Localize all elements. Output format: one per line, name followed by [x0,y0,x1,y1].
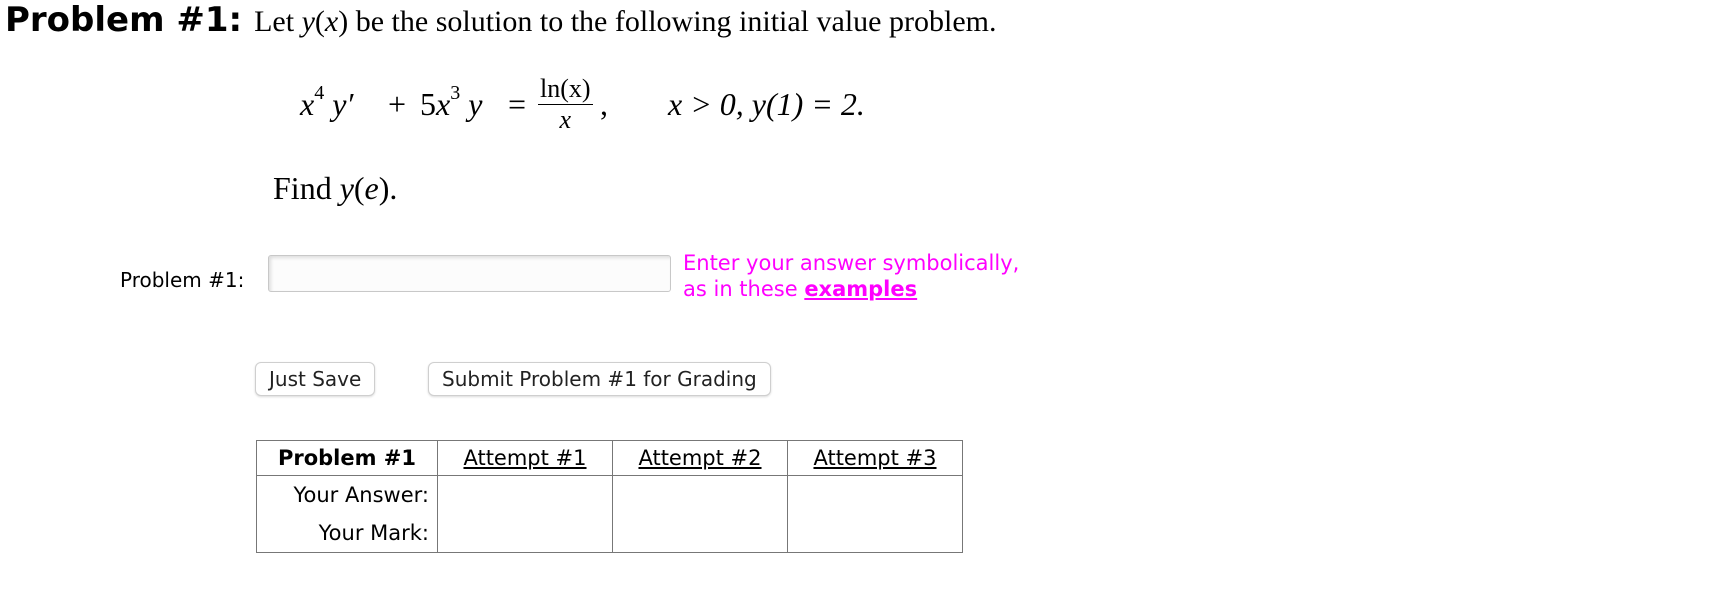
attempt-1-answer [437,475,613,514]
examples-link[interactable]: examples [804,277,917,301]
fraction-numerator: ln(x) [538,74,593,105]
term1-base: x [300,86,315,122]
answer-input[interactable] [268,255,671,292]
intro-open-paren: ( [314,5,325,38]
just-save-button[interactable]: Just Save [255,362,376,396]
your-mark-label: Your Mark: [256,514,438,553]
equation-term1: x4 y′ [300,83,354,123]
find-close: ). [378,170,398,206]
your-mark-row: Your Mark: [256,514,963,553]
term1-exponent: 4 [314,82,325,105]
equation-condition: x > 0, y(1) = 2. [668,86,865,122]
answer-hint: Enter your answer symbolically, as in th… [683,250,1019,302]
attempt-3-link[interactable]: Attempt #3 [787,440,963,476]
problem-title: Problem #1: [5,0,243,40]
intro-suffix: ) be the solution to the following initi… [338,5,997,38]
find-function: y [339,170,354,206]
find-argument: e [364,170,379,206]
submit-for-grading-button[interactable]: Submit Problem #1 for Grading [428,362,771,396]
your-answer-label: Your Answer: [256,475,438,514]
find-open-paren: ( [353,170,365,206]
attempt-2-answer [612,475,788,514]
attempt-1-mark [437,514,613,553]
attempt-2-mark [612,514,788,553]
attempt-3-mark [787,514,963,553]
hint-line-2: as in these examples [683,276,1019,302]
term2-base: x [436,86,451,122]
equation-comma: , [600,86,608,122]
intro-function: y [301,5,315,38]
equation-plus: + [388,86,407,122]
attempt-3-answer [787,475,963,514]
hint-line-1: Enter your answer symbolically, [683,251,1020,275]
attempt-2-link[interactable]: Attempt #2 [612,440,788,476]
term2-exponent: 3 [450,82,461,105]
find-prefix: Find [273,170,340,206]
intro-prefix: Let [254,5,302,38]
hint-line-2-prefix: as in these [683,277,805,301]
fraction-denominator: x [559,105,572,134]
find-instruction: Find y(e). [273,170,397,207]
term2-y: y [468,86,483,122]
problem-intro: Let y(x) be the solution to the followin… [254,5,996,38]
equation-fraction: ln(x) x [538,74,593,135]
answer-label: Problem #1: [120,268,245,292]
intro-variable: x [324,5,339,38]
attempts-header-problem: Problem #1 [256,440,438,476]
equation-equals: = [508,86,527,122]
attempts-header-row: Problem #1 Attempt #1 Attempt #2 Attempt… [256,440,963,476]
your-answer-row: Your Answer: [256,475,963,514]
equation-term2: 5x3 y [420,83,483,123]
attempt-1-link[interactable]: Attempt #1 [437,440,613,476]
problem-header: Problem #1: Let y(x) be the solution to t… [5,0,996,40]
term2-coefficient: 5 [420,86,436,122]
attempts-table: Problem #1 Attempt #1 Attempt #2 Attempt… [256,440,963,553]
term1-y-prime: y′ [332,86,354,122]
